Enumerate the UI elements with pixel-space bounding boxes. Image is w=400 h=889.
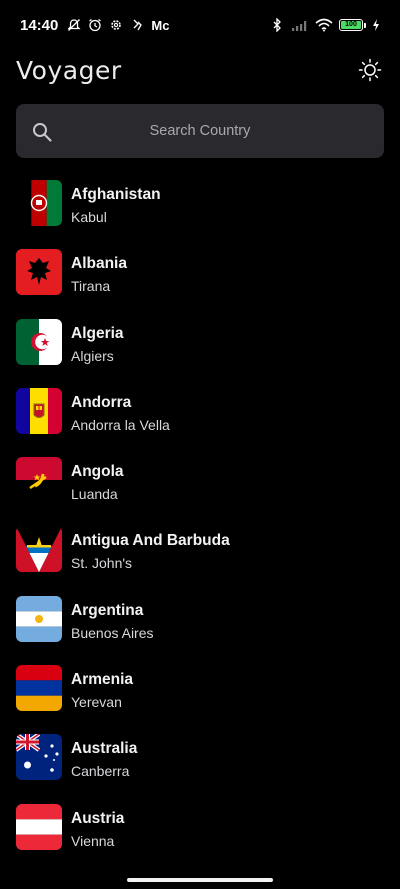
capital-name: Tirana	[71, 278, 111, 295]
afghanistan-flag-icon	[16, 180, 62, 226]
status-bar: 14:40 Mc 100	[0, 0, 400, 50]
argentina-flag-icon	[16, 595, 62, 642]
search-icon	[33, 123, 52, 142]
country-name: Andorra	[71, 393, 132, 411]
list-item-text: Algeria Algiers	[71, 319, 124, 366]
list-item-text: Albania Tirana	[71, 249, 127, 296]
austria-flag-icon	[16, 803, 62, 850]
country-name: Armenia	[71, 671, 134, 689]
country-name: Angola	[71, 463, 124, 481]
country-name: Algeria	[71, 324, 124, 342]
list-item[interactable]: Armenia Yerevan	[16, 665, 384, 734]
alarm-icon	[88, 18, 102, 32]
list-item-text: Austria Vienna	[71, 804, 124, 851]
sun-icon	[358, 58, 382, 82]
list-item[interactable]: Argentina Buenos Aires	[16, 595, 384, 665]
status-right: 100	[271, 17, 380, 33]
country-name: Austria	[71, 809, 125, 827]
list-item[interactable]: Austria Vienna	[16, 803, 384, 873]
andorra-flag-icon	[16, 387, 62, 434]
capital-name: Algiers	[71, 347, 114, 364]
list-item[interactable]: Andorra Andorra la Vella	[16, 387, 384, 457]
list-item-text: Andorra Andorra la Vella	[71, 388, 170, 435]
list-item-text: Armenia Yerevan	[71, 665, 133, 712]
country-name: Afghanistan	[71, 186, 161, 203]
country-name: Albania	[71, 255, 127, 273]
angola-flag-icon	[16, 457, 62, 504]
algeria-flag-icon	[16, 318, 62, 365]
list-item-text: Angola Luanda	[71, 457, 124, 504]
capital-name: Luanda	[71, 486, 118, 503]
wifi-icon	[315, 18, 333, 32]
list-item[interactable]: Antigua And Barbuda St. John's	[16, 526, 384, 595]
list-item[interactable]: Albania Tirana	[16, 249, 384, 318]
capital-name: Kabul	[71, 209, 107, 225]
capital-name: Canberra	[71, 763, 130, 780]
notifications-muted-icon	[67, 18, 81, 32]
search-input[interactable]: Search Country	[16, 104, 384, 158]
search-placeholder: Search Country	[149, 123, 251, 139]
albania-flag-icon	[16, 249, 62, 296]
country-list: Afghanistan Kabul Albania Tirana Algeria…	[16, 180, 384, 873]
status-time: 14:40	[20, 16, 59, 34]
data-transfer-icon	[130, 18, 144, 32]
theme-toggle-button[interactable]	[356, 56, 384, 84]
app-title: Voyager	[16, 55, 122, 85]
list-item[interactable]: Angola Luanda	[16, 457, 384, 526]
bluetooth-icon	[271, 17, 285, 33]
capital-name: Andorra la Vella	[71, 416, 170, 433]
list-item-text: Antigua And Barbuda St. John's	[71, 526, 230, 573]
country-name: Antigua And Barbuda	[71, 532, 230, 550]
battery-level: 100	[341, 21, 361, 29]
screen: 14:40 Mc 100 Voyager Search Country Afgh…	[0, 0, 400, 889]
country-name: Australia	[71, 740, 138, 758]
charging-icon	[372, 18, 380, 32]
capital-name: Yerevan	[71, 694, 122, 711]
list-item[interactable]: Algeria Algiers	[16, 318, 384, 388]
app-header: Voyager	[16, 52, 384, 88]
list-item[interactable]: Afghanistan Kabul	[16, 180, 384, 249]
list-item[interactable]: Australia Canberra	[16, 734, 384, 803]
australia-flag-icon	[16, 734, 62, 781]
home-indicator[interactable]	[127, 878, 273, 882]
capital-name: Vienna	[71, 832, 115, 849]
status-left: 14:40 Mc	[20, 17, 169, 34]
gear-icon	[109, 18, 123, 32]
carrier-text: Mc	[151, 17, 170, 33]
list-item-text: Argentina Buenos Aires	[71, 596, 154, 643]
country-name: Argentina	[71, 601, 144, 619]
cell-signal-icon	[291, 18, 309, 32]
list-item-text: Australia Canberra	[71, 734, 137, 781]
capital-name: Buenos Aires	[71, 624, 154, 641]
armenia-flag-icon	[16, 665, 62, 712]
capital-name: St. John's	[71, 555, 133, 572]
battery-icon: 100	[339, 19, 366, 31]
antigua-and-barbuda-flag-icon	[16, 526, 62, 573]
list-item-text: Afghanistan Kabul	[71, 180, 161, 227]
